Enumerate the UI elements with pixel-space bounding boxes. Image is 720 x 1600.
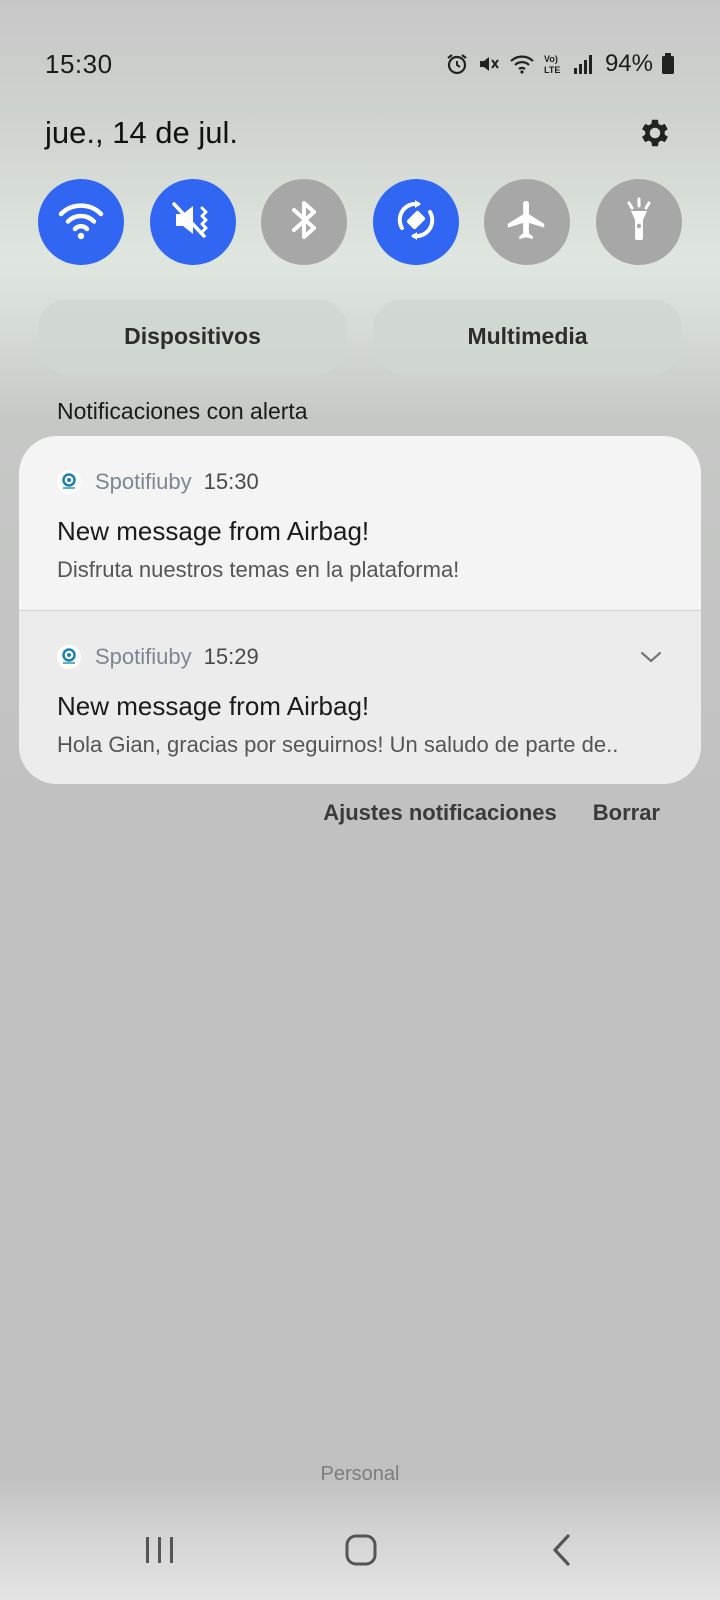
app-name: Spotifiuby — [95, 469, 192, 494]
battery-percent: 94% — [604, 50, 653, 77]
notification-time: 15:29 — [203, 644, 259, 669]
clear-button[interactable]: Borrar — [593, 800, 660, 826]
mute-icon — [170, 198, 216, 247]
recent-apps-icon — [143, 1535, 177, 1570]
wifi-icon — [57, 198, 105, 247]
notification-item[interactable]: Spotifiuby 15:29 New message from Airbag… — [19, 611, 701, 784]
notification-body: Disfruta nuestros temas en la plataforma… — [57, 557, 460, 582]
back-button[interactable] — [532, 1522, 592, 1582]
auto-rotate-toggle[interactable] — [372, 179, 459, 265]
svg-text:Vo): Vo) — [544, 54, 558, 64]
notification-item[interactable]: Spotifiuby 15:30 New message from Airbag… — [19, 436, 701, 610]
mute-toggle[interactable] — [149, 179, 236, 265]
status-clock: 15:30 — [45, 48, 113, 79]
app-icon — [57, 645, 81, 669]
airplane-toggle[interactable] — [484, 179, 571, 265]
rotate-icon — [391, 195, 441, 250]
navigation-bar — [0, 1522, 720, 1582]
airplane-icon — [504, 197, 550, 248]
gear-icon[interactable] — [635, 113, 675, 153]
devices-button[interactable]: Dispositivos — [38, 299, 347, 374]
home-button[interactable] — [331, 1522, 391, 1582]
section-title: Notificaciones con alerta — [57, 398, 308, 424]
svg-text:LTE: LTE — [544, 65, 560, 75]
app-icon — [57, 470, 81, 494]
home-icon — [344, 1533, 378, 1572]
media-button[interactable]: Multimedia — [373, 299, 682, 374]
bluetooth-toggle[interactable] — [261, 179, 348, 265]
notification-settings-button[interactable]: Ajustes notificaciones — [323, 800, 557, 826]
chevron-down-icon[interactable] — [637, 643, 665, 671]
notification-title: New message from Airbag! — [57, 691, 370, 721]
recent-apps-button[interactable] — [130, 1522, 190, 1582]
profile-label: Personal — [320, 1463, 400, 1485]
status-bar: 15:30 Vo) LTE 94% — [45, 44, 675, 84]
notification-title: New message from Airbag! — [57, 516, 370, 546]
status-icons: Vo) LTE 94% — [445, 50, 675, 78]
notification-header: Spotifiuby 15:30 — [57, 466, 259, 498]
flashlight-icon — [619, 195, 659, 250]
flashlight-toggle[interactable] — [595, 179, 682, 265]
notification-body: Hola Gian, gracias por seguirnos! Un sal… — [57, 732, 619, 757]
wifi-icon — [509, 52, 535, 76]
date-row: jue., 14 de jul. — [45, 108, 675, 158]
notification-header: Spotifiuby 15:29 — [57, 641, 259, 673]
mute-icon — [477, 52, 501, 76]
alarm-icon — [445, 52, 469, 76]
app-name: Spotifiuby — [95, 644, 192, 669]
signal-icon — [573, 52, 593, 76]
notification-time: 15:30 — [203, 469, 259, 494]
battery-icon — [661, 52, 675, 76]
notification-card: Spotifiuby 15:30 New message from Airbag… — [19, 436, 701, 784]
bluetooth-icon — [284, 197, 324, 248]
panel-buttons: Dispositivos Multimedia — [38, 299, 682, 374]
volte-icon: Vo) LTE — [543, 52, 565, 76]
back-icon — [550, 1533, 574, 1572]
quick-toggles — [38, 179, 682, 265]
date-label: jue., 14 de jul. — [45, 115, 239, 150]
notification-actions: Ajustes notificaciones Borrar — [323, 800, 660, 826]
wifi-toggle[interactable] — [38, 179, 124, 265]
